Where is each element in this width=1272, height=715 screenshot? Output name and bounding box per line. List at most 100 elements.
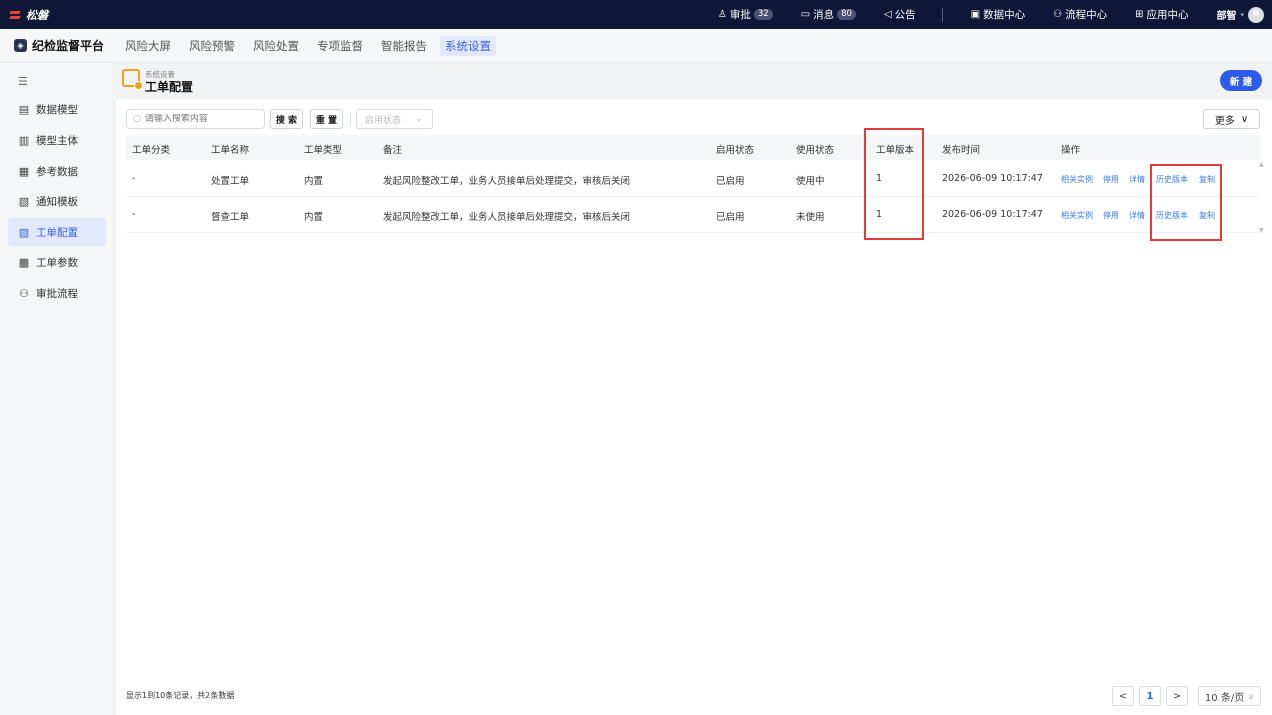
user-name: 部智 (1216, 11, 1237, 22)
col-actions: 操作 (1061, 145, 1081, 156)
chevron-down-icon: ∨ (1248, 691, 1255, 701)
page-header: 系统设置 工单配置 新 建 (112, 63, 1272, 99)
calendar-icon (122, 69, 143, 90)
content-panel: ○ 搜 索 重 置 启用状态 ⌄ 更多 ∨ 工单分类 工单名称 工单类型 备注 … (116, 99, 1272, 715)
reference-icon: ▦ (18, 164, 30, 178)
flow-center-link[interactable]: ⚇ 流程中心 (1053, 7, 1107, 22)
tab-smart-report[interactable]: 智能报告 (376, 36, 432, 56)
col-published: 发布时间 (942, 145, 981, 156)
top-bar: 松磐 ♙ 审批 32 ▭ 消息 80 ◁ 公告 ▣ 数据中心 ⚇ 流程中心 ⊞ … (0, 0, 1272, 29)
action-disable[interactable]: 停用 (1103, 210, 1119, 221)
sidebar-item-model-subject[interactable]: ▥ 模型主体 (8, 126, 106, 154)
chevron-down-icon: ▾ (1240, 10, 1244, 19)
cell-published: 2026-06-09 10:17:47 (942, 173, 1043, 184)
cell-type: 内置 (304, 176, 324, 187)
actions-highlight-box (1150, 164, 1222, 241)
sidebar-item-reference-data[interactable]: ▦ 参考数据 (8, 157, 106, 185)
tab-risk-warning[interactable]: 风险预警 (184, 36, 240, 56)
next-page-button[interactable]: > (1166, 686, 1188, 706)
col-remark: 备注 (383, 145, 403, 156)
search-input[interactable] (144, 114, 255, 124)
page-1-button[interactable]: 1 (1139, 686, 1161, 706)
main-nav: ◈ 纪检监督平台 风险大屏 风险预警 风险处置 专项监督 智能报告 系统设置 (0, 29, 1272, 63)
data-center-link[interactable]: ▣ 数据中心 (971, 7, 1025, 22)
cell-remark: 发起风险整改工单，业务人员接单后处理提交，审核后关闭 (383, 176, 631, 187)
flow-icon: ⚇ (1053, 9, 1063, 20)
brand-name: 松磐 (26, 8, 48, 22)
cell-enabled: 已启用 (716, 176, 745, 187)
approval-link[interactable]: ♙ 审批 32 (718, 7, 773, 22)
message-link[interactable]: ▭ 消息 80 (801, 7, 856, 22)
building-icon: ▥ (18, 133, 30, 147)
app-icon: ⊞ (1135, 9, 1144, 20)
toolbar-divider (350, 112, 351, 126)
cell-remark: 发起风险整改工单，业务人员接单后处理提交，审核后关闭 (383, 212, 631, 223)
col-name: 工单名称 (211, 145, 250, 156)
top-divider (941, 7, 943, 22)
col-enabled: 启用状态 (716, 145, 755, 156)
cell-usage: 未使用 (796, 212, 825, 223)
new-button[interactable]: 新 建 (1220, 70, 1262, 91)
message-icon: ▭ (800, 9, 811, 20)
chevron-down-icon: ⌄ (415, 114, 423, 124)
table-row: - 督查工单 内置 发起风险整改工单，业务人员接单后处理提交，审核后关闭 已启用… (126, 197, 1260, 233)
chevron-down-icon: ∨ (1240, 113, 1249, 125)
collapse-menu-icon[interactable]: ☰ (18, 75, 28, 88)
action-related-instances[interactable]: 相关实例 (1061, 210, 1093, 221)
ticket-config-icon: ▨ (18, 225, 30, 239)
sidebar-item-notify-template[interactable]: ▧ 通知模板 (8, 187, 106, 215)
table-header: 工单分类 工单名称 工单类型 备注 启用状态 使用状态 工单版本 发布时间 操作 (126, 135, 1260, 160)
tab-system-settings[interactable]: 系统设置 (440, 35, 496, 56)
data-icon: ▣ (970, 9, 981, 20)
action-details[interactable]: 详情 (1129, 210, 1145, 221)
cell-usage: 使用中 (796, 176, 825, 187)
action-details[interactable]: 详情 (1129, 174, 1145, 185)
brand-mark-icon (8, 8, 22, 22)
shield-icon: ◈ (14, 39, 27, 52)
search-icon: ○ (133, 114, 141, 124)
user-icon: ♙ (717, 9, 727, 20)
cell-enabled: 已启用 (716, 212, 745, 223)
sidebar: ☰ ▤ 数据模型 ▥ 模型主体 ▦ 参考数据 ▧ 通知模板 ▨ 工单配置 ▩ 工… (0, 63, 112, 715)
more-button[interactable]: 更多 ∨ (1203, 109, 1260, 129)
col-usage: 使用状态 (796, 145, 835, 156)
message-count-badge: 80 (837, 9, 856, 20)
record-summary: 显示1到10条记录，共2条数据 (126, 691, 235, 700)
avatar[interactable] (1248, 6, 1264, 23)
action-related-instances[interactable]: 相关实例 (1061, 174, 1093, 185)
prev-page-button[interactable]: < (1112, 686, 1134, 706)
tab-risk-handling[interactable]: 风险处置 (248, 36, 304, 56)
cell-category: - (132, 173, 136, 184)
action-disable[interactable]: 停用 (1103, 174, 1119, 185)
announce-icon: ◁ (883, 9, 892, 20)
cell-category: - (132, 209, 136, 220)
version-highlight-box (864, 128, 924, 240)
tab-risk-screen[interactable]: 风险大屏 (120, 36, 176, 56)
sidebar-item-data-model[interactable]: ▤ 数据模型 (8, 95, 106, 123)
cell-type: 内置 (304, 212, 324, 223)
cell-published: 2026-06-09 10:17:47 (942, 209, 1043, 220)
data-model-icon: ▤ (18, 102, 30, 116)
approval-count-badge: 32 (753, 9, 773, 20)
table-row: - 处置工单 内置 发起风险整改工单，业务人员接单后处理提交，审核后关闭 已启用… (126, 161, 1260, 197)
page-size-select[interactable]: 10 条/页 ∨ (1198, 686, 1261, 706)
tab-special-supervision[interactable]: 专项监督 (312, 36, 368, 56)
sidebar-item-approval-flow[interactable]: ⚇ 审批流程 (8, 279, 106, 307)
col-type: 工单类型 (304, 145, 343, 156)
status-select[interactable]: 启用状态 ⌄ (356, 109, 433, 129)
reset-button[interactable]: 重 置 (310, 109, 343, 129)
search-button[interactable]: 搜 索 (270, 109, 303, 129)
sidebar-item-ticket-param[interactable]: ▩ 工单参数 (8, 248, 106, 276)
sidebar-item-ticket-config[interactable]: ▨ 工单配置 (8, 218, 106, 246)
app-center-link[interactable]: ⊞ 应用中心 (1135, 7, 1188, 22)
user-menu[interactable]: 部智 ▾ (1216, 6, 1264, 23)
approval-flow-icon: ⚇ (19, 286, 29, 300)
search-box[interactable]: ○ (126, 109, 265, 129)
announcement-link[interactable]: ◁ 公告 (884, 7, 916, 22)
platform-title[interactable]: ◈ 纪检监督平台 (0, 37, 120, 54)
template-icon: ▧ (18, 194, 30, 208)
cell-name: 督查工单 (211, 212, 250, 223)
page-title: 工单配置 (145, 80, 194, 94)
col-category: 工单分类 (132, 145, 171, 156)
brand-logo[interactable]: 松磐 (0, 7, 48, 23)
